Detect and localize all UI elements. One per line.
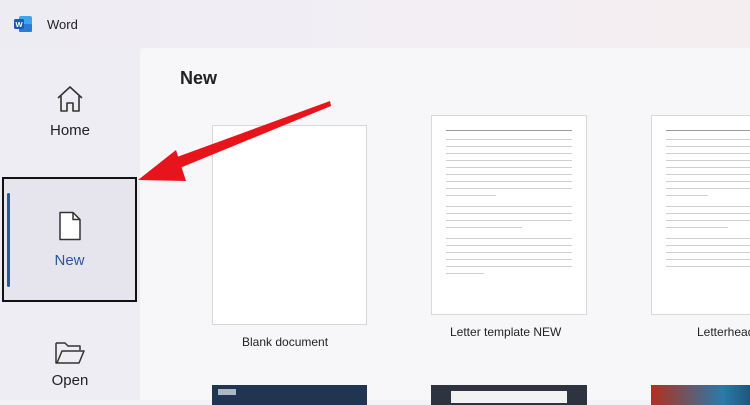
sidebar-item-open[interactable]: Open <box>0 340 140 389</box>
title-bar: W Word <box>0 0 750 48</box>
folder-open-icon <box>55 342 85 364</box>
template-caption: Letterhead <box>697 325 750 339</box>
template-thumbnail-row2-2[interactable] <box>431 385 587 405</box>
selected-indicator <box>7 193 10 287</box>
template-caption: Letter template NEW <box>450 325 562 339</box>
sidebar-item-label: Home <box>49 122 90 139</box>
template-thumbnail-row2-1[interactable] <box>212 385 367 405</box>
template-thumbnail <box>431 115 587 315</box>
template-thumbnail <box>212 125 367 325</box>
sidebar-item-new[interactable]: New <box>2 177 137 302</box>
home-icon <box>57 86 83 112</box>
template-caption: Blank document <box>242 335 329 349</box>
svg-text:W: W <box>15 20 23 29</box>
sidebar-item-home[interactable]: Home <box>0 84 140 139</box>
app-title: Word <box>47 17 78 32</box>
template-thumbnail-row2-3[interactable] <box>651 385 750 405</box>
new-document-icon <box>58 211 81 241</box>
page-title: New <box>180 68 218 88</box>
word-logo-icon: W <box>14 16 32 32</box>
sidebar-item-label: Open <box>51 372 89 389</box>
template-thumbnail <box>651 115 750 315</box>
sidebar-item-label: New <box>54 252 85 269</box>
